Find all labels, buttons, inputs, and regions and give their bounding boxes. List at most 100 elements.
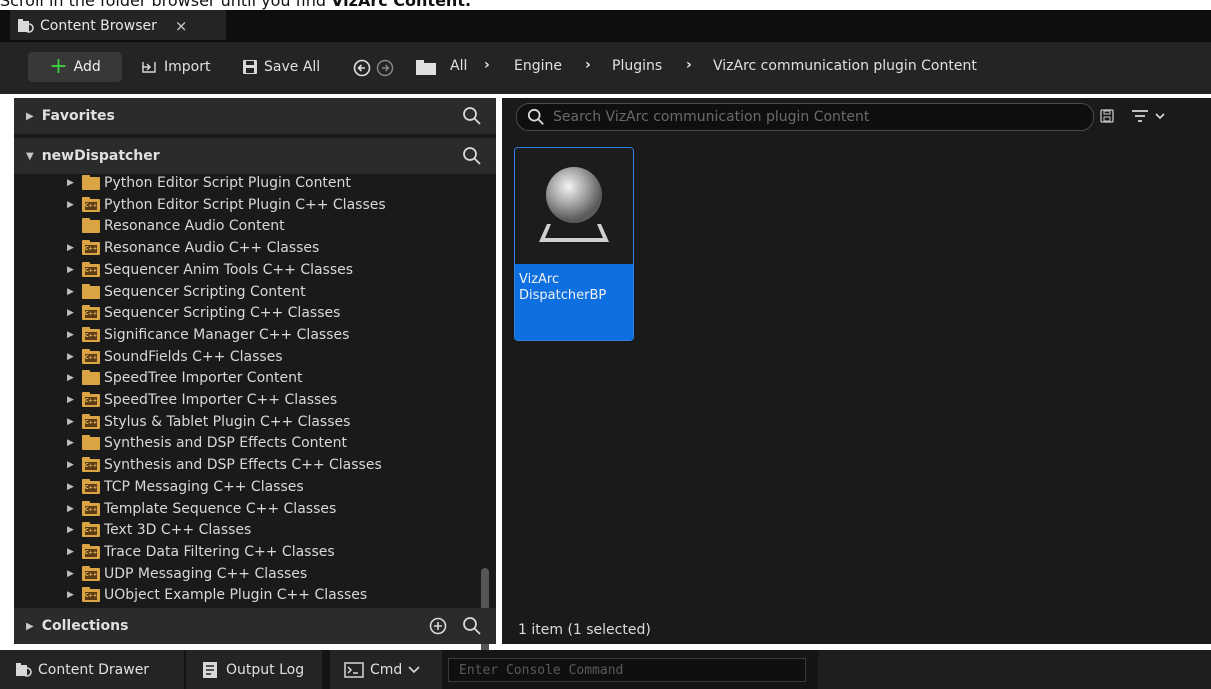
search-icon[interactable] [462, 146, 482, 166]
tree-item[interactable]: ▶ C++ SoundFields C++ Classes [14, 346, 484, 368]
tree-item[interactable]: ▶ C++ Python Editor Script Plugin C++ Clas… [14, 194, 484, 216]
expand-arrow-icon[interactable]: ▶ [67, 330, 74, 340]
tree-item[interactable]: ▶ C++ TCP Messaging C++ Classes [14, 476, 484, 498]
tree-item-label: Python Editor Script Plugin C++ Classes [104, 196, 386, 213]
chevron-down-icon [408, 665, 420, 673]
expand-arrow-icon[interactable]: ▶ [67, 547, 74, 557]
tree-item[interactable]: ▶ Python Editor Script Plugin Content [14, 174, 484, 194]
tab-bar: Content Browser × [0, 10, 1211, 42]
folder-icon [82, 175, 100, 190]
bottom-bar: Content Drawer Output Log Cmd Enter Cons… [0, 650, 1211, 689]
tree-item[interactable]: ▶ Sequencer Scripting Content [14, 281, 484, 303]
project-header[interactable]: ▼ newDispatcher [14, 138, 496, 174]
add-collection-icon[interactable] [428, 616, 448, 636]
expand-arrow-icon[interactable]: ▶ [67, 525, 74, 535]
collapse-arrow-icon: ▼ [26, 150, 34, 162]
expand-arrow-icon[interactable]: ▶ [67, 373, 74, 383]
add-button[interactable]: + Add [28, 52, 122, 82]
cpp-folder-icon: C++ [82, 392, 100, 407]
asset-tile[interactable]: VizArc DispatcherBP [514, 147, 634, 341]
search-icon[interactable] [462, 616, 482, 636]
tree-item-label: Sequencer Scripting C++ Classes [104, 305, 341, 322]
forward-icon[interactable] [376, 59, 394, 77]
console-placeholder: Enter Console Command [459, 662, 624, 678]
breadcrumb-current[interactable]: VizArc communication plugin Content [713, 58, 977, 74]
folder-tree: ▶ Python Editor Script Plugin Content ▶ C++… [14, 174, 484, 602]
search-icon[interactable] [462, 106, 482, 126]
folder-tree-panel: ▶ Favorites ▼ newDispatcher ▶ Python Edit… [14, 98, 496, 674]
cmd-dropdown[interactable]: Cmd [330, 650, 442, 689]
back-icon[interactable] [353, 59, 371, 77]
expand-arrow-icon[interactable]: ▶ [67, 200, 74, 210]
tree-item[interactable]: ▶ C++ SpeedTree Importer C++ Classes [14, 389, 484, 411]
expand-arrow-icon[interactable]: ▶ [67, 590, 74, 600]
add-label: Add [73, 59, 101, 75]
tree-item[interactable]: ▶ C++ Significance Manager C++ Classes [14, 324, 484, 346]
cpp-folder-icon: C++ [82, 305, 100, 321]
expand-arrow-icon[interactable]: ▶ [67, 352, 74, 362]
asset-name-line1: VizArc [519, 272, 560, 287]
expand-arrow-icon[interactable]: ▶ [67, 482, 74, 492]
cpp-folder-icon: C++ [82, 326, 100, 342]
output-log-button[interactable]: Output Log [186, 650, 322, 689]
search-input[interactable]: Search VizArc communication plugin Conte… [516, 103, 1094, 131]
expand-arrow-icon[interactable]: ▶ [67, 265, 74, 275]
tree-item[interactable]: ▶ C++ Synthesis and DSP Effects C++ Classe… [14, 454, 484, 476]
status-bar-filler [818, 650, 1211, 689]
cpp-badge: C++ [85, 592, 98, 601]
cpp-folder-icon: C++ [82, 565, 100, 581]
expand-arrow-icon[interactable]: ▶ [67, 460, 74, 470]
tree-item[interactable]: ▶ C++ Stylus & Tablet Plugin C++ Classes [14, 411, 484, 433]
console-command-input[interactable]: Enter Console Command [448, 658, 806, 682]
expand-arrow-icon[interactable]: ▶ [67, 569, 74, 579]
tree-item[interactable]: ▶ C++ UObject Example Plugin C++ Classes [14, 584, 484, 602]
filter-icon[interactable] [1131, 108, 1171, 124]
asset-thumbnail [515, 148, 633, 264]
tree-item[interactable]: ▶ SpeedTree Importer Content [14, 367, 484, 389]
tree-item[interactable]: ▶ C++ Sequencer Anim Tools C++ Classes [14, 259, 484, 281]
content-drawer-button[interactable]: Content Drawer [0, 650, 184, 689]
expand-arrow-icon[interactable]: ▶ [67, 504, 74, 514]
expand-arrow-icon[interactable]: ▶ [67, 178, 74, 188]
tree-item[interactable]: ▶ C++ Trace Data Filtering C++ Classes [14, 541, 484, 563]
tree-item-label: SpeedTree Importer Content [104, 370, 303, 387]
folder-icon [82, 218, 100, 234]
breadcrumb-separator: › [686, 57, 692, 73]
breadcrumb-engine[interactable]: Engine [514, 58, 562, 74]
tree-item-label: Template Sequence C++ Classes [104, 500, 337, 517]
close-icon[interactable]: × [175, 17, 188, 35]
expand-arrow-icon[interactable]: ▶ [67, 243, 74, 253]
tree-item-label: Python Editor Script Plugin Content [104, 175, 351, 191]
expand-arrow-icon[interactable]: ▶ [67, 395, 74, 405]
tree-item[interactable]: Resonance Audio Content [14, 215, 484, 237]
tab-content-browser[interactable]: Content Browser × [10, 10, 226, 40]
tree-item[interactable]: ▶ C++ Sequencer Scripting C++ Classes [14, 302, 484, 324]
breadcrumb-plugins[interactable]: Plugins [612, 58, 662, 74]
output-log-icon [203, 661, 217, 678]
save-search-icon[interactable] [1100, 109, 1114, 123]
collections-header[interactable]: ▶ Collections [14, 608, 496, 644]
import-label: Import [164, 59, 211, 75]
expand-arrow-icon[interactable]: ▶ [67, 308, 74, 318]
tree-item[interactable]: ▶ C++ Template Sequence C++ Classes [14, 498, 484, 520]
tree-item[interactable]: ▶ C++ UDP Messaging C++ Classes [14, 563, 484, 585]
cpp-folder-icon: C++ [82, 413, 100, 429]
breadcrumb-separator: › [585, 57, 591, 73]
favorites-header[interactable]: ▶ Favorites [14, 98, 496, 134]
expand-arrow-icon[interactable]: ▶ [67, 438, 74, 448]
tree-item-label: Sequencer Scripting Content [104, 283, 306, 300]
tree-item-label: UObject Example Plugin C++ Classes [104, 587, 368, 602]
cpp-folder-icon: C++ [82, 478, 100, 494]
expand-arrow-icon[interactable]: ▶ [67, 417, 74, 427]
import-button[interactable]: Import [140, 52, 210, 82]
expand-arrow-icon: ▶ [26, 110, 34, 122]
tree-item[interactable]: ▶ C++ Text 3D C++ Classes [14, 519, 484, 541]
cpp-badge: C++ [85, 353, 98, 362]
expand-arrow-icon[interactable]: ▶ [67, 287, 74, 297]
tree-item[interactable]: ▶ Synthesis and DSP Effects Content [14, 432, 484, 454]
output-log-label: Output Log [226, 661, 305, 678]
breadcrumb-all[interactable]: All [450, 58, 467, 74]
tree-item[interactable]: ▶ C++ Resonance Audio C++ Classes [14, 237, 484, 259]
tree-item-label: UDP Messaging C++ Classes [104, 565, 308, 582]
save-all-button[interactable]: Save All [242, 52, 320, 82]
